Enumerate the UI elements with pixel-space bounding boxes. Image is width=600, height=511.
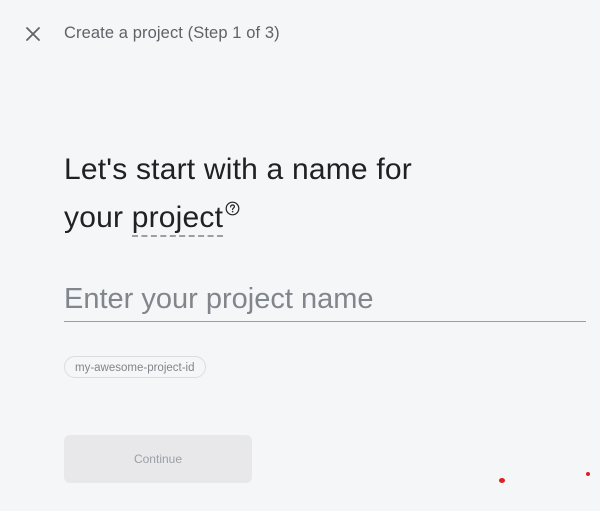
heading-prefix: your (64, 201, 124, 234)
help-circle-icon[interactable] (225, 201, 240, 216)
close-icon (22, 23, 44, 45)
red-speck (499, 478, 505, 483)
project-name-input[interactable] (64, 278, 586, 322)
top-bar: Create a project (Step 1 of 3) (0, 0, 600, 68)
red-speck (586, 472, 590, 476)
heading-line-1: Let's start with a name for (64, 153, 412, 186)
step-title: Create a project (Step 1 of 3) (64, 24, 280, 42)
project-term-text: project (131, 201, 224, 237)
project-term-link[interactable]: project (131, 194, 240, 242)
page-heading: Let's start with a name for your project (64, 146, 564, 242)
create-project-page: Create a project (Step 1 of 3) Let's sta… (0, 0, 600, 511)
close-button[interactable] (22, 23, 44, 45)
project-id-chip[interactable]: my-awesome-project-id (64, 356, 206, 378)
continue-button[interactable]: Continue (64, 435, 252, 483)
